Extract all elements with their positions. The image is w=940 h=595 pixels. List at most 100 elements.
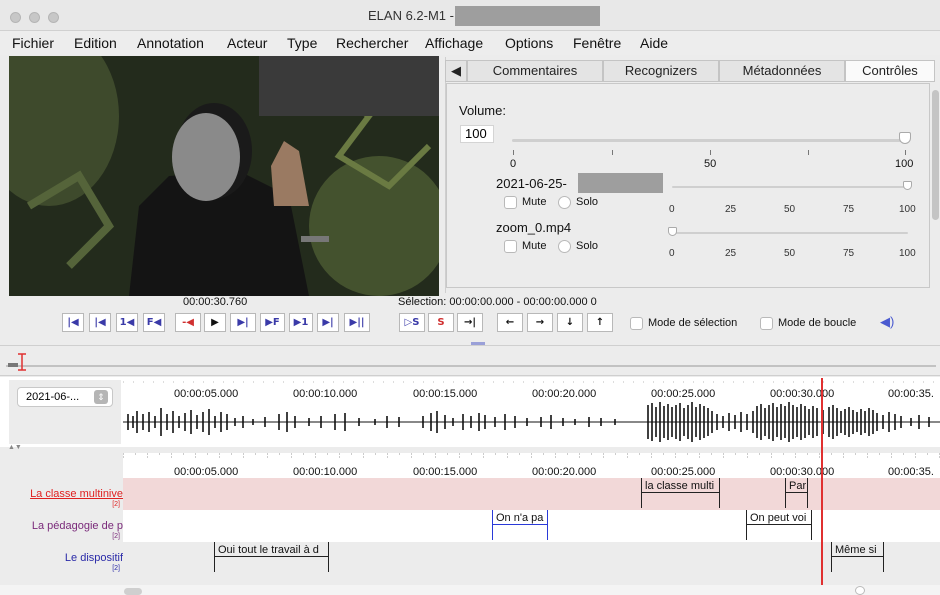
timeline-time-10: 00:00:10.000 (293, 466, 358, 478)
zoom-window-button[interactable] (48, 12, 59, 23)
menu-annotation[interactable]: Annotation (137, 35, 204, 51)
track2-tick-75: 75 (843, 248, 855, 259)
zoom-slider-knob[interactable] (855, 586, 865, 595)
tier-label-dispositif[interactable]: Le dispositif [2] (9, 542, 123, 574)
arrow-right-button[interactable]: → (527, 313, 553, 332)
tab-recognizers[interactable]: Recognizers (603, 60, 719, 82)
tab-metadonnees[interactable]: Métadonnées (719, 60, 845, 82)
waveform-time-35: 00:00:35. (888, 388, 934, 400)
horizontal-scroll-thumb[interactable] (124, 588, 142, 595)
waveform-track-select[interactable]: 2021-06-... ⇕ (17, 387, 113, 407)
arrow-left-button[interactable]: ← (497, 313, 523, 332)
next-second-button[interactable]: ▶1 (289, 313, 313, 332)
next-frame-button[interactable]: ▶F (260, 313, 285, 332)
master-volume-knob[interactable] (899, 132, 911, 144)
annotation-boundary (883, 542, 884, 572)
redacted-filename (455, 6, 600, 26)
selection-mode-checkbox[interactable] (630, 317, 643, 330)
annotation-span (641, 492, 719, 493)
video-viewer[interactable] (9, 56, 439, 296)
track2-solo-radio[interactable] (558, 240, 571, 253)
tier-row-dispositif[interactable]: Oui tout le travail à d Même si (123, 542, 940, 574)
volume-value-field[interactable]: 100 (460, 125, 494, 143)
previous-pixel-button[interactable]: -◀ (175, 313, 201, 332)
previous-frame-button[interactable]: F◀ (143, 313, 165, 332)
arrow-down-button[interactable]: ↓ (557, 313, 583, 332)
title-bar: ELAN 6.2-M1 - (0, 0, 940, 31)
waveform-time-5: 00:00:05.000 (174, 388, 239, 400)
tier-name: La classe multinive (30, 488, 123, 500)
tab-scroll-left-button[interactable]: ◀ (445, 60, 467, 82)
go-to-end-button[interactable]: ▶|| (344, 313, 370, 332)
menu-edition[interactable]: Edition (74, 35, 117, 51)
previous-scrollview-button[interactable]: |◀ (89, 313, 111, 332)
track2-mute-checkbox[interactable] (504, 240, 517, 253)
annotation-span (785, 492, 807, 493)
selection-mode-label: Mode de sélection (648, 317, 738, 329)
track1-volume-slider[interactable] (672, 186, 908, 188)
track1-tick-0: 0 (669, 204, 675, 215)
track1-mute-checkbox[interactable] (504, 196, 517, 209)
menu-fichier[interactable]: Fichier (12, 35, 54, 51)
timeline-time-15: 00:00:15.000 (413, 466, 478, 478)
close-window-button[interactable] (10, 12, 21, 23)
menu-fenetre[interactable]: Fenêtre (573, 35, 621, 51)
play-selection-button[interactable]: ▷S (399, 313, 425, 332)
annotation-dispositif-2[interactable]: Même si (835, 544, 881, 556)
next-pixel-button[interactable]: ▶| (230, 313, 256, 332)
previous-second-button[interactable]: 1◀ (116, 313, 138, 332)
tier-count: [2] (112, 533, 120, 540)
redacted-track-name (578, 173, 663, 193)
waveform-time-10: 00:00:10.000 (293, 388, 358, 400)
track1-solo-radio[interactable] (558, 196, 571, 209)
to-selection-boundary-button[interactable]: →| (457, 313, 483, 332)
annotation-dispositif-1[interactable]: Oui tout le travail à d (218, 544, 328, 556)
speaker-icon[interactable]: ◀) (880, 314, 894, 330)
master-volume-slider[interactable] (512, 139, 907, 142)
menu-acteur[interactable]: Acteur (227, 35, 267, 51)
clear-selection-button[interactable]: S (428, 313, 454, 332)
video-frame-image (9, 56, 439, 296)
waveform-track-select-value: 2021-06-... (26, 391, 80, 403)
slider-tick (612, 150, 613, 155)
track2-tick-0: 0 (669, 248, 675, 259)
annotation-classe-2[interactable]: Par (789, 480, 807, 492)
go-to-begin-button[interactable]: |◀ (62, 313, 84, 332)
collapse-arrows-icon[interactable]: ▲▼ (8, 444, 22, 451)
track1-volume-knob[interactable] (903, 181, 912, 190)
overview-ruler[interactable] (0, 345, 940, 376)
timeline-time-35: 00:00:35. (888, 466, 934, 478)
controls-scrollbar[interactable] (932, 90, 939, 220)
annotation-pedagogie-1[interactable]: On n'a pa (496, 512, 546, 524)
arrow-up-button[interactable]: ↑ (587, 313, 613, 332)
tier-label-classe[interactable]: La classe multinive [2] (9, 478, 123, 510)
tier-row-classe[interactable]: la classe multi Par (123, 478, 940, 510)
track2-tick-100: 100 (899, 248, 916, 259)
play-button[interactable]: ▶ (204, 313, 226, 332)
menu-affichage[interactable]: Affichage (425, 35, 483, 51)
volume-tick-50: 50 (704, 158, 717, 170)
next-scrollview-button[interactable]: ▶| (317, 313, 339, 332)
crosshair-cursor-line (821, 378, 823, 585)
annotation-boundary (719, 478, 720, 508)
tab-controles[interactable]: Contrôles (845, 60, 935, 82)
menu-type[interactable]: Type (287, 35, 317, 51)
timeline-time-20: 00:00:20.000 (532, 466, 597, 478)
annotation-classe-1[interactable]: la classe multi (645, 480, 717, 492)
menu-rechercher[interactable]: Rechercher (336, 35, 408, 51)
annotation-pedagogie-2[interactable]: On peut voi (750, 512, 810, 524)
track2-name: zoom_0.mp4 (496, 220, 572, 235)
track1-tick-75: 75 (843, 204, 855, 215)
timeline-horizontal-scrollbar[interactable] (0, 585, 940, 595)
track2-volume-slider[interactable] (672, 232, 908, 234)
tab-commentaires[interactable]: Commentaires (467, 60, 603, 82)
menu-aide[interactable]: Aide (640, 35, 668, 51)
tier-row-pedagogie[interactable]: On n'a pa On peut voi (123, 510, 940, 542)
volume-tick-100: 100 (895, 158, 914, 170)
loop-mode-checkbox[interactable] (760, 317, 773, 330)
tier-label-pedagogie[interactable]: La pédagogie de p [2] (9, 510, 123, 542)
track2-volume-knob[interactable] (668, 227, 677, 236)
minimize-window-button[interactable] (29, 12, 40, 23)
annotation-span (831, 556, 883, 557)
menu-options[interactable]: Options (505, 35, 553, 51)
